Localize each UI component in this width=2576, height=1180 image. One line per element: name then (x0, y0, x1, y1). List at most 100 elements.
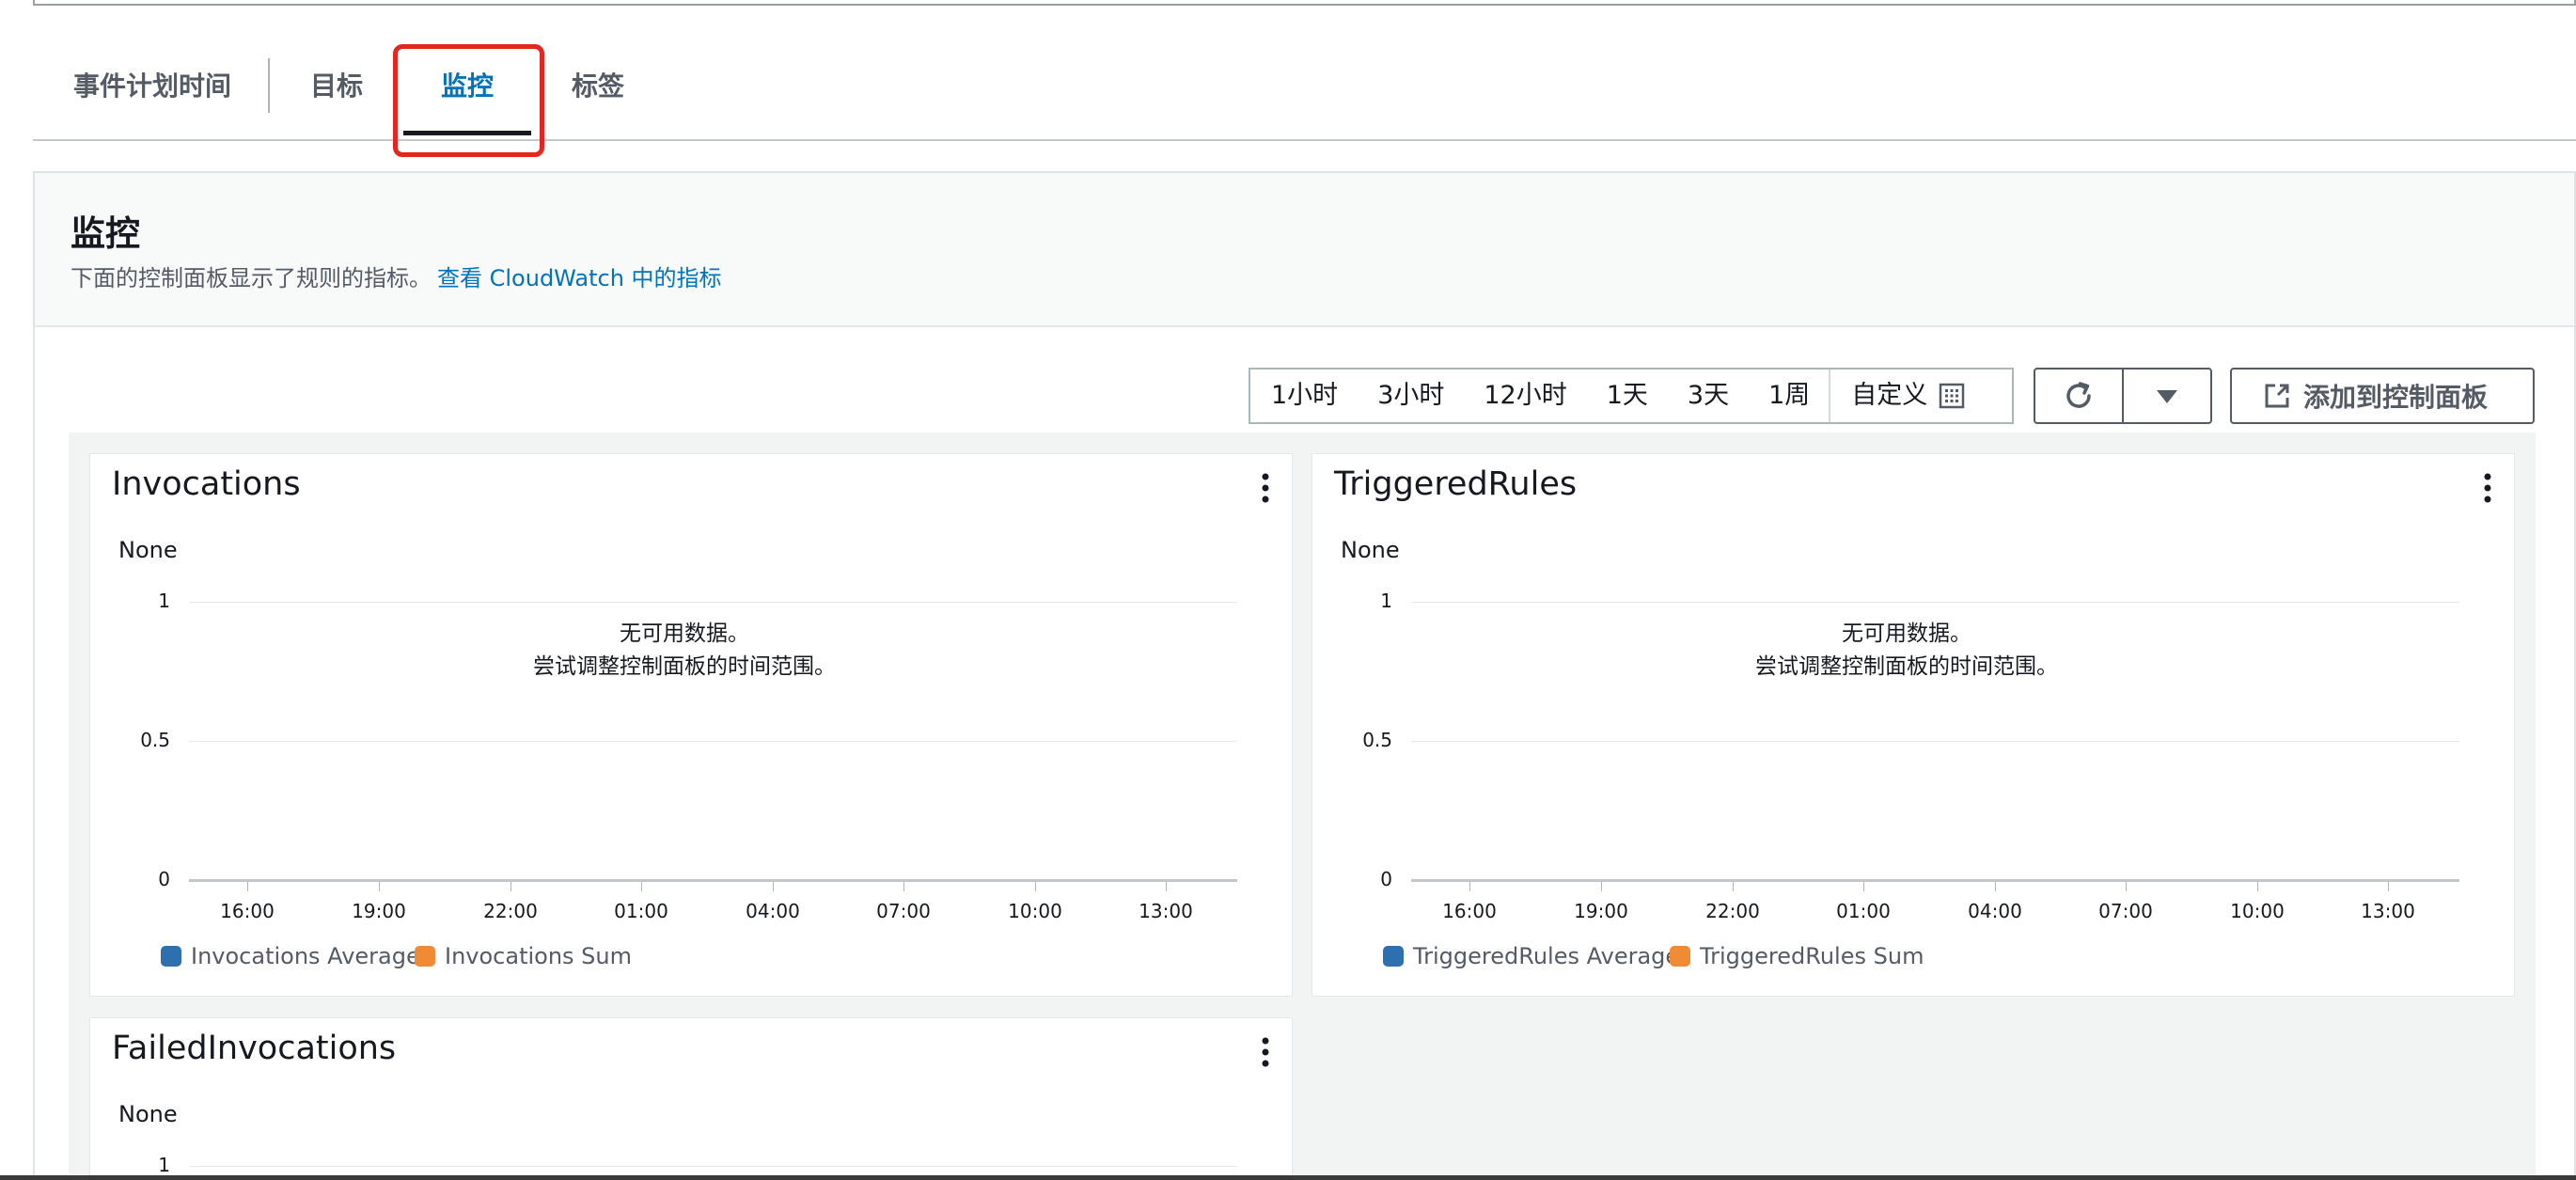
x-tick (1469, 882, 1470, 891)
gridline (1411, 602, 2459, 603)
widget-menu-icon[interactable] (1251, 469, 1280, 507)
tab-targets[interactable]: 目标 (303, 56, 370, 117)
add-to-dashboard-label: 添加到控制面板 (2303, 382, 2489, 413)
add-to-dashboard-button[interactable]: 添加到控制面板 (2230, 368, 2535, 424)
tab-separator (268, 58, 270, 113)
view-in-cloudwatch-link[interactable]: 查看 CloudWatch 中的指标 (437, 265, 722, 291)
range-divider (1829, 370, 1831, 422)
x-axis-line (189, 879, 1237, 882)
legend-swatch-sum (1670, 946, 1690, 967)
x-tick (1166, 882, 1167, 891)
no-data-hint: 尝试调整控制面板的时间范围。 (1755, 654, 2058, 679)
widget-menu-icon[interactable] (1251, 1033, 1280, 1071)
refresh-icon (2066, 382, 2091, 408)
widget-failed-invocations: FailedInvocations None 1 (89, 1017, 1293, 1180)
x-tick (1733, 882, 1734, 891)
x-tick-label: 04:00 (746, 900, 800, 922)
x-tick-label: 07:00 (876, 900, 931, 922)
x-tick-label: 16:00 (1442, 900, 1497, 922)
gridline (189, 1166, 1237, 1167)
no-data-line: 无可用数据。 (1842, 621, 1971, 646)
x-tick-label: 10:00 (2230, 900, 2285, 922)
panel-description-text: 下面的控制面板显示了规则的指标。 (71, 265, 432, 291)
y-tick-label: 0.5 (140, 729, 170, 751)
no-data-message: 无可用数据。 尝试调整控制面板的时间范围。 (1672, 618, 2142, 684)
y-tick-label: 0 (158, 868, 170, 890)
x-tick-label: 19:00 (352, 900, 406, 922)
panel-description: 下面的控制面板显示了规则的指标。 查看 CloudWatch 中的指标 (71, 260, 722, 292)
range-custom[interactable]: 自定义 (1851, 370, 1965, 422)
x-tick (2126, 882, 2127, 891)
x-tick-label: 13:00 (1139, 900, 1193, 922)
legend-item-sum[interactable]: Invocations Sum (415, 943, 632, 969)
gridline (1411, 741, 2459, 742)
x-tick-label: 22:00 (1705, 900, 1760, 922)
tab-tags[interactable]: 标签 (564, 56, 632, 117)
x-tick-label: 07:00 (2098, 900, 2153, 922)
x-tick (1601, 882, 1602, 891)
x-tick (1995, 882, 1996, 891)
y-tick-label: 0.5 (1362, 729, 1392, 751)
legend-item-average[interactable]: Invocations Average (161, 943, 420, 969)
gridline (189, 602, 1237, 603)
legend-swatch-average (1383, 946, 1404, 967)
legend-swatch-average (161, 946, 181, 967)
legend-label: TriggeredRules Average (1413, 943, 1680, 969)
legend-item-sum[interactable]: TriggeredRules Sum (1670, 943, 1924, 969)
widget-title: Invocations (112, 465, 301, 503)
x-tick (641, 882, 642, 891)
widget-title: TriggeredRules (1334, 465, 1578, 503)
x-tick (510, 882, 511, 891)
x-tick-label: 01:00 (1836, 900, 1891, 922)
x-tick-label: 10:00 (1008, 900, 1062, 922)
x-tick (903, 882, 904, 891)
range-1w[interactable]: 1周 (1768, 370, 1810, 422)
x-tick-label: 04:00 (1968, 900, 2022, 922)
legend-label: Invocations Sum (445, 943, 633, 969)
tab-event-schedule[interactable]: 事件计划时间 (66, 56, 239, 117)
widget-triggered-rules: TriggeredRules None 1 0.5 0 无可用数据。 尝试调整控… (1312, 453, 2515, 997)
refresh-options-dropdown[interactable] (2122, 368, 2212, 424)
legend-item-average[interactable]: TriggeredRules Average (1383, 943, 1679, 969)
legend-label: Invocations Average (191, 943, 420, 969)
x-tick (773, 882, 774, 891)
y-tick-label: 1 (158, 1154, 170, 1176)
x-tick-label: 01:00 (614, 900, 668, 922)
calendar-icon (1940, 383, 1965, 409)
legend-swatch-sum (415, 946, 435, 967)
x-tick (1035, 882, 1036, 891)
x-tick (2257, 882, 2258, 891)
y-axis-unit: None (1341, 537, 1400, 563)
refresh-button[interactable] (2034, 368, 2124, 424)
legend-label: TriggeredRules Sum (1700, 943, 1924, 969)
range-12h[interactable]: 12小时 (1484, 370, 1566, 422)
caret-down-icon (2157, 390, 2177, 403)
y-tick-label: 1 (1380, 590, 1392, 612)
panel-title: 监控 (71, 213, 140, 254)
x-tick (1863, 882, 1864, 891)
widget-menu-icon[interactable] (2474, 469, 2502, 507)
range-3d[interactable]: 3天 (1688, 370, 1729, 422)
range-1d[interactable]: 1天 (1607, 370, 1648, 422)
y-axis-unit: None (118, 1101, 178, 1127)
range-3h[interactable]: 3小时 (1377, 370, 1444, 422)
y-tick-label: 1 (158, 590, 170, 612)
annotation-highlight-box (393, 44, 544, 157)
x-tick-label: 13:00 (2361, 900, 2415, 922)
no-data-line: 无可用数据。 (620, 621, 749, 646)
time-range-selector: 1小时 3小时 12小时 1天 3天 1周 自定义 (1249, 368, 2014, 424)
top-container-edge (33, 0, 2576, 6)
widget-title: FailedInvocations (112, 1030, 397, 1067)
no-data-hint: 尝试调整控制面板的时间范围。 (533, 654, 836, 679)
x-tick (2388, 882, 2389, 891)
panel-header (35, 173, 2574, 327)
range-1h[interactable]: 1小时 (1271, 370, 1338, 422)
x-tick (247, 882, 248, 891)
x-tick-label: 16:00 (220, 900, 275, 922)
x-tick-label: 19:00 (1574, 900, 1628, 922)
x-tick (379, 882, 380, 891)
x-axis-line (1411, 879, 2459, 882)
widget-invocations: Invocations None 1 0.5 0 无可用数据。 尝试调整控制面板… (89, 453, 1293, 997)
gridline (189, 741, 1237, 742)
no-data-message: 无可用数据。 尝试调整控制面板的时间范围。 (449, 618, 919, 684)
